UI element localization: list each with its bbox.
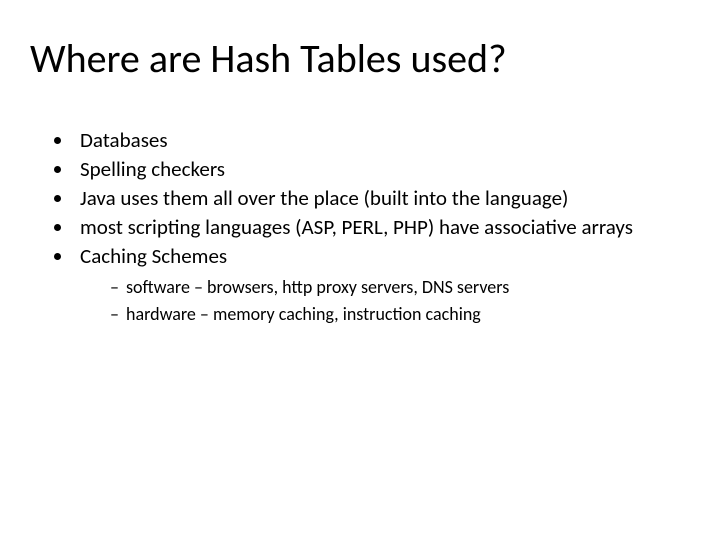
- sub-list-item: software – browsers, http proxy servers,…: [110, 275, 690, 299]
- slide-title: Where are Hash Tables used?: [30, 34, 690, 83]
- list-item: most scripting languages (ASP, PERL, PHP…: [74, 214, 690, 241]
- list-item: Databases: [74, 127, 690, 154]
- list-item: Java uses them all over the place (built…: [74, 185, 690, 212]
- list-item: Caching Schemes software – browsers, htt…: [74, 243, 690, 326]
- bullet-list: Databases Spelling checkers Java uses th…: [30, 127, 690, 326]
- list-item: Spelling checkers: [74, 156, 690, 183]
- slide: Where are Hash Tables used? Databases Sp…: [0, 0, 720, 540]
- sub-list-item: hardware – memory caching, instruction c…: [110, 302, 690, 326]
- list-item-label: Caching Schemes: [80, 243, 227, 269]
- sub-bullet-list: software – browsers, http proxy servers,…: [80, 275, 690, 326]
